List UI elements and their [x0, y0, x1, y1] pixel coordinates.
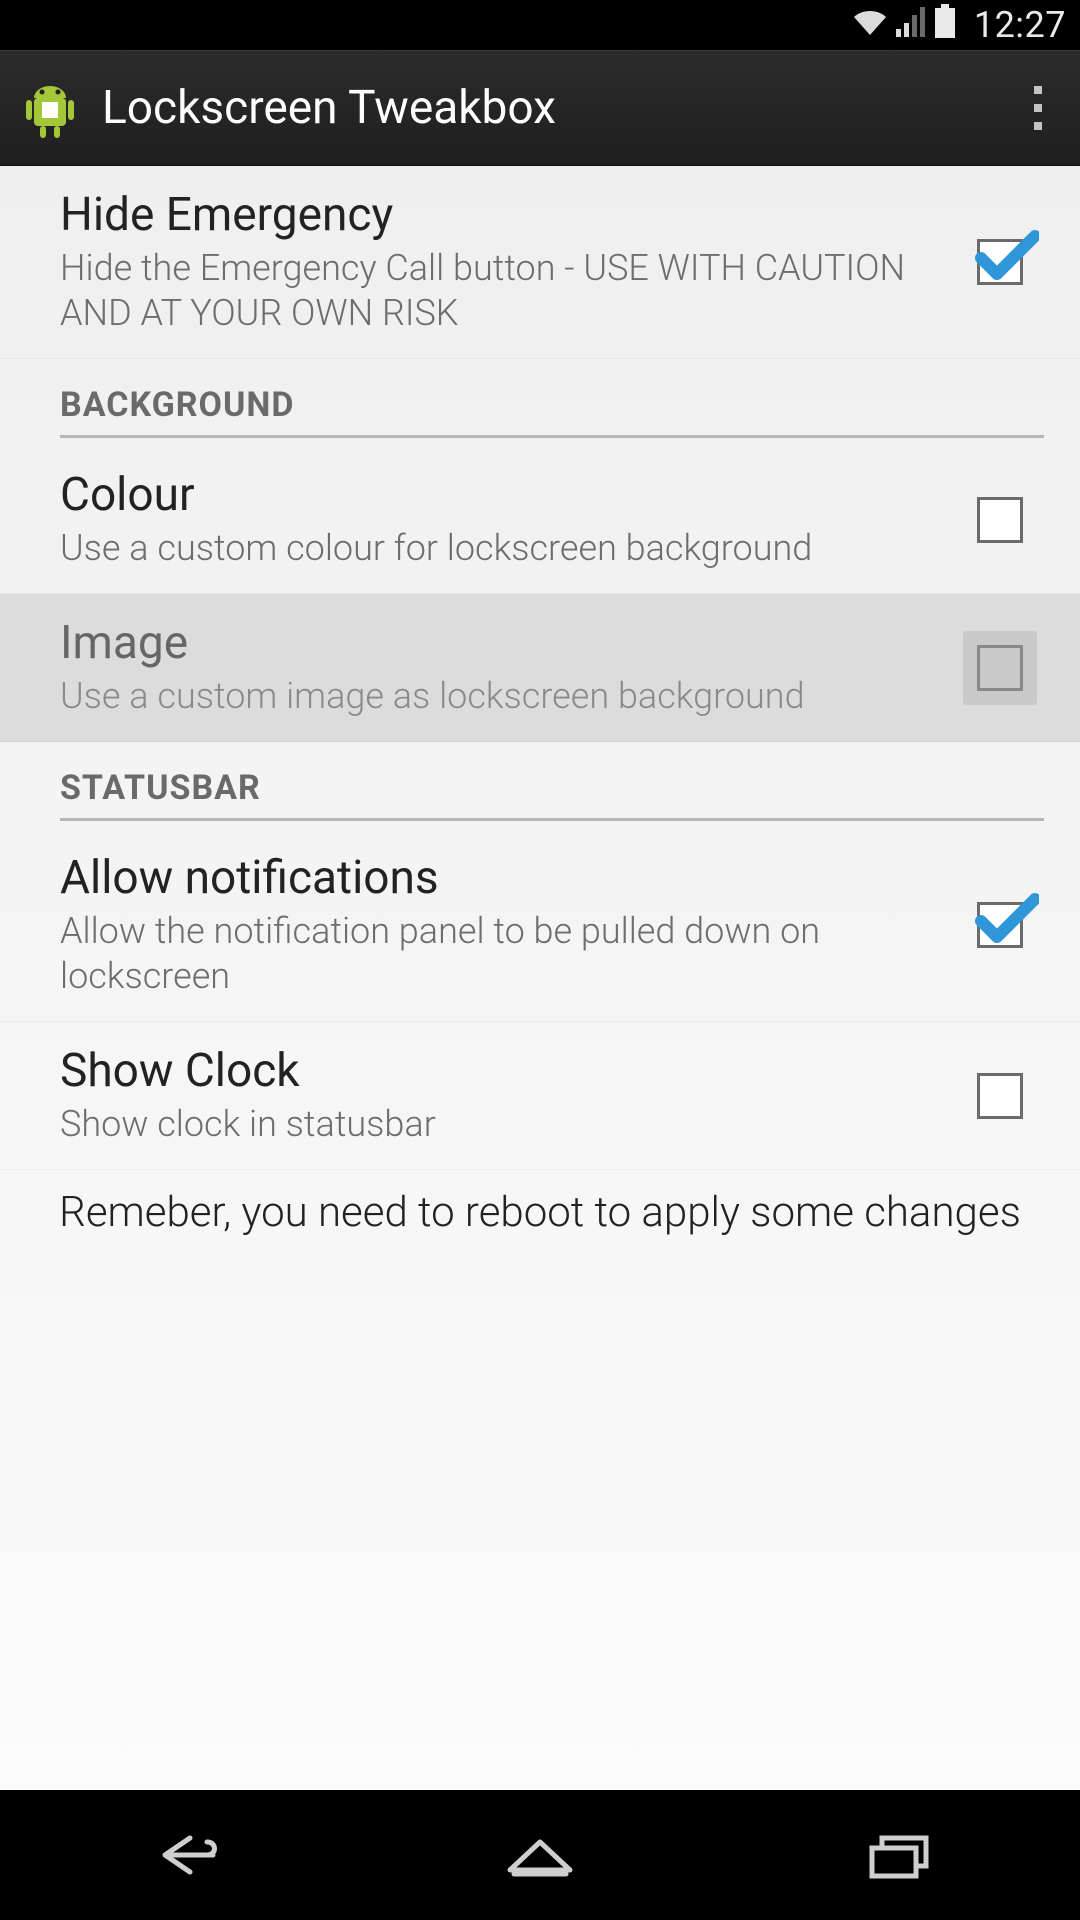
- pref-show-clock[interactable]: Show Clock Show clock in statusbar: [0, 1022, 1080, 1170]
- status-bar: 12:27: [0, 0, 1080, 50]
- checkbox-image[interactable]: [956, 631, 1044, 705]
- status-clock: 12:27: [974, 4, 1066, 46]
- check-icon: [975, 230, 1039, 282]
- pref-summary: Hide the Emergency Call button - USE WIT…: [60, 246, 936, 336]
- pref-title: Hide Emergency: [60, 188, 936, 242]
- page-title: Lockscreen Tweakbox: [102, 81, 1014, 135]
- nav-back-button[interactable]: [90, 1820, 270, 1890]
- nav-home-button[interactable]: [450, 1820, 630, 1890]
- pref-summary: Show clock in statusbar: [60, 1102, 936, 1147]
- battery-icon: [934, 4, 956, 47]
- pref-allow-notifications[interactable]: Allow notifications Allow the notificati…: [0, 829, 1080, 1022]
- pref-title: Colour: [60, 468, 936, 522]
- action-bar: Lockscreen Tweakbox: [0, 50, 1080, 166]
- overflow-menu-button[interactable]: [1014, 76, 1062, 140]
- check-icon: [975, 893, 1039, 945]
- pref-colour[interactable]: Colour Use a custom colour for lockscree…: [0, 446, 1080, 594]
- pref-hide-emergency[interactable]: Hide Emergency Hide the Emergency Call b…: [0, 166, 1080, 359]
- divider: [60, 818, 1044, 821]
- signal-icon: [896, 4, 926, 46]
- nav-recent-button[interactable]: [810, 1820, 990, 1890]
- pref-summary: Use a custom colour for lockscreen backg…: [60, 526, 936, 571]
- pref-summary: Use a custom image as lockscreen backgro…: [60, 674, 936, 719]
- footer-note: Remeber, you need to reboot to apply som…: [0, 1170, 1080, 1257]
- wifi-icon: [852, 4, 888, 46]
- checkbox-hide-emergency[interactable]: [956, 239, 1044, 285]
- pref-title: Show Clock: [60, 1044, 936, 1098]
- pref-image[interactable]: Image Use a custom image as lockscreen b…: [0, 594, 1080, 742]
- navigation-bar: [0, 1790, 1080, 1920]
- preference-list: Hide Emergency Hide the Emergency Call b…: [0, 166, 1080, 1790]
- pref-summary: Allow the notification panel to be pulle…: [60, 909, 936, 999]
- checkbox-colour[interactable]: [956, 497, 1044, 543]
- divider: [60, 435, 1044, 438]
- app-icon: [18, 76, 82, 140]
- checkbox-allow-notifications[interactable]: [956, 902, 1044, 948]
- pref-title: Allow notifications: [60, 851, 936, 905]
- section-header-background: BACKGROUND: [0, 359, 1080, 446]
- section-label: BACKGROUND: [60, 385, 1044, 425]
- pref-title: Image: [60, 616, 936, 670]
- checkbox-show-clock[interactable]: [956, 1073, 1044, 1119]
- section-label: STATUSBAR: [60, 768, 1044, 808]
- section-header-statusbar: STATUSBAR: [0, 742, 1080, 829]
